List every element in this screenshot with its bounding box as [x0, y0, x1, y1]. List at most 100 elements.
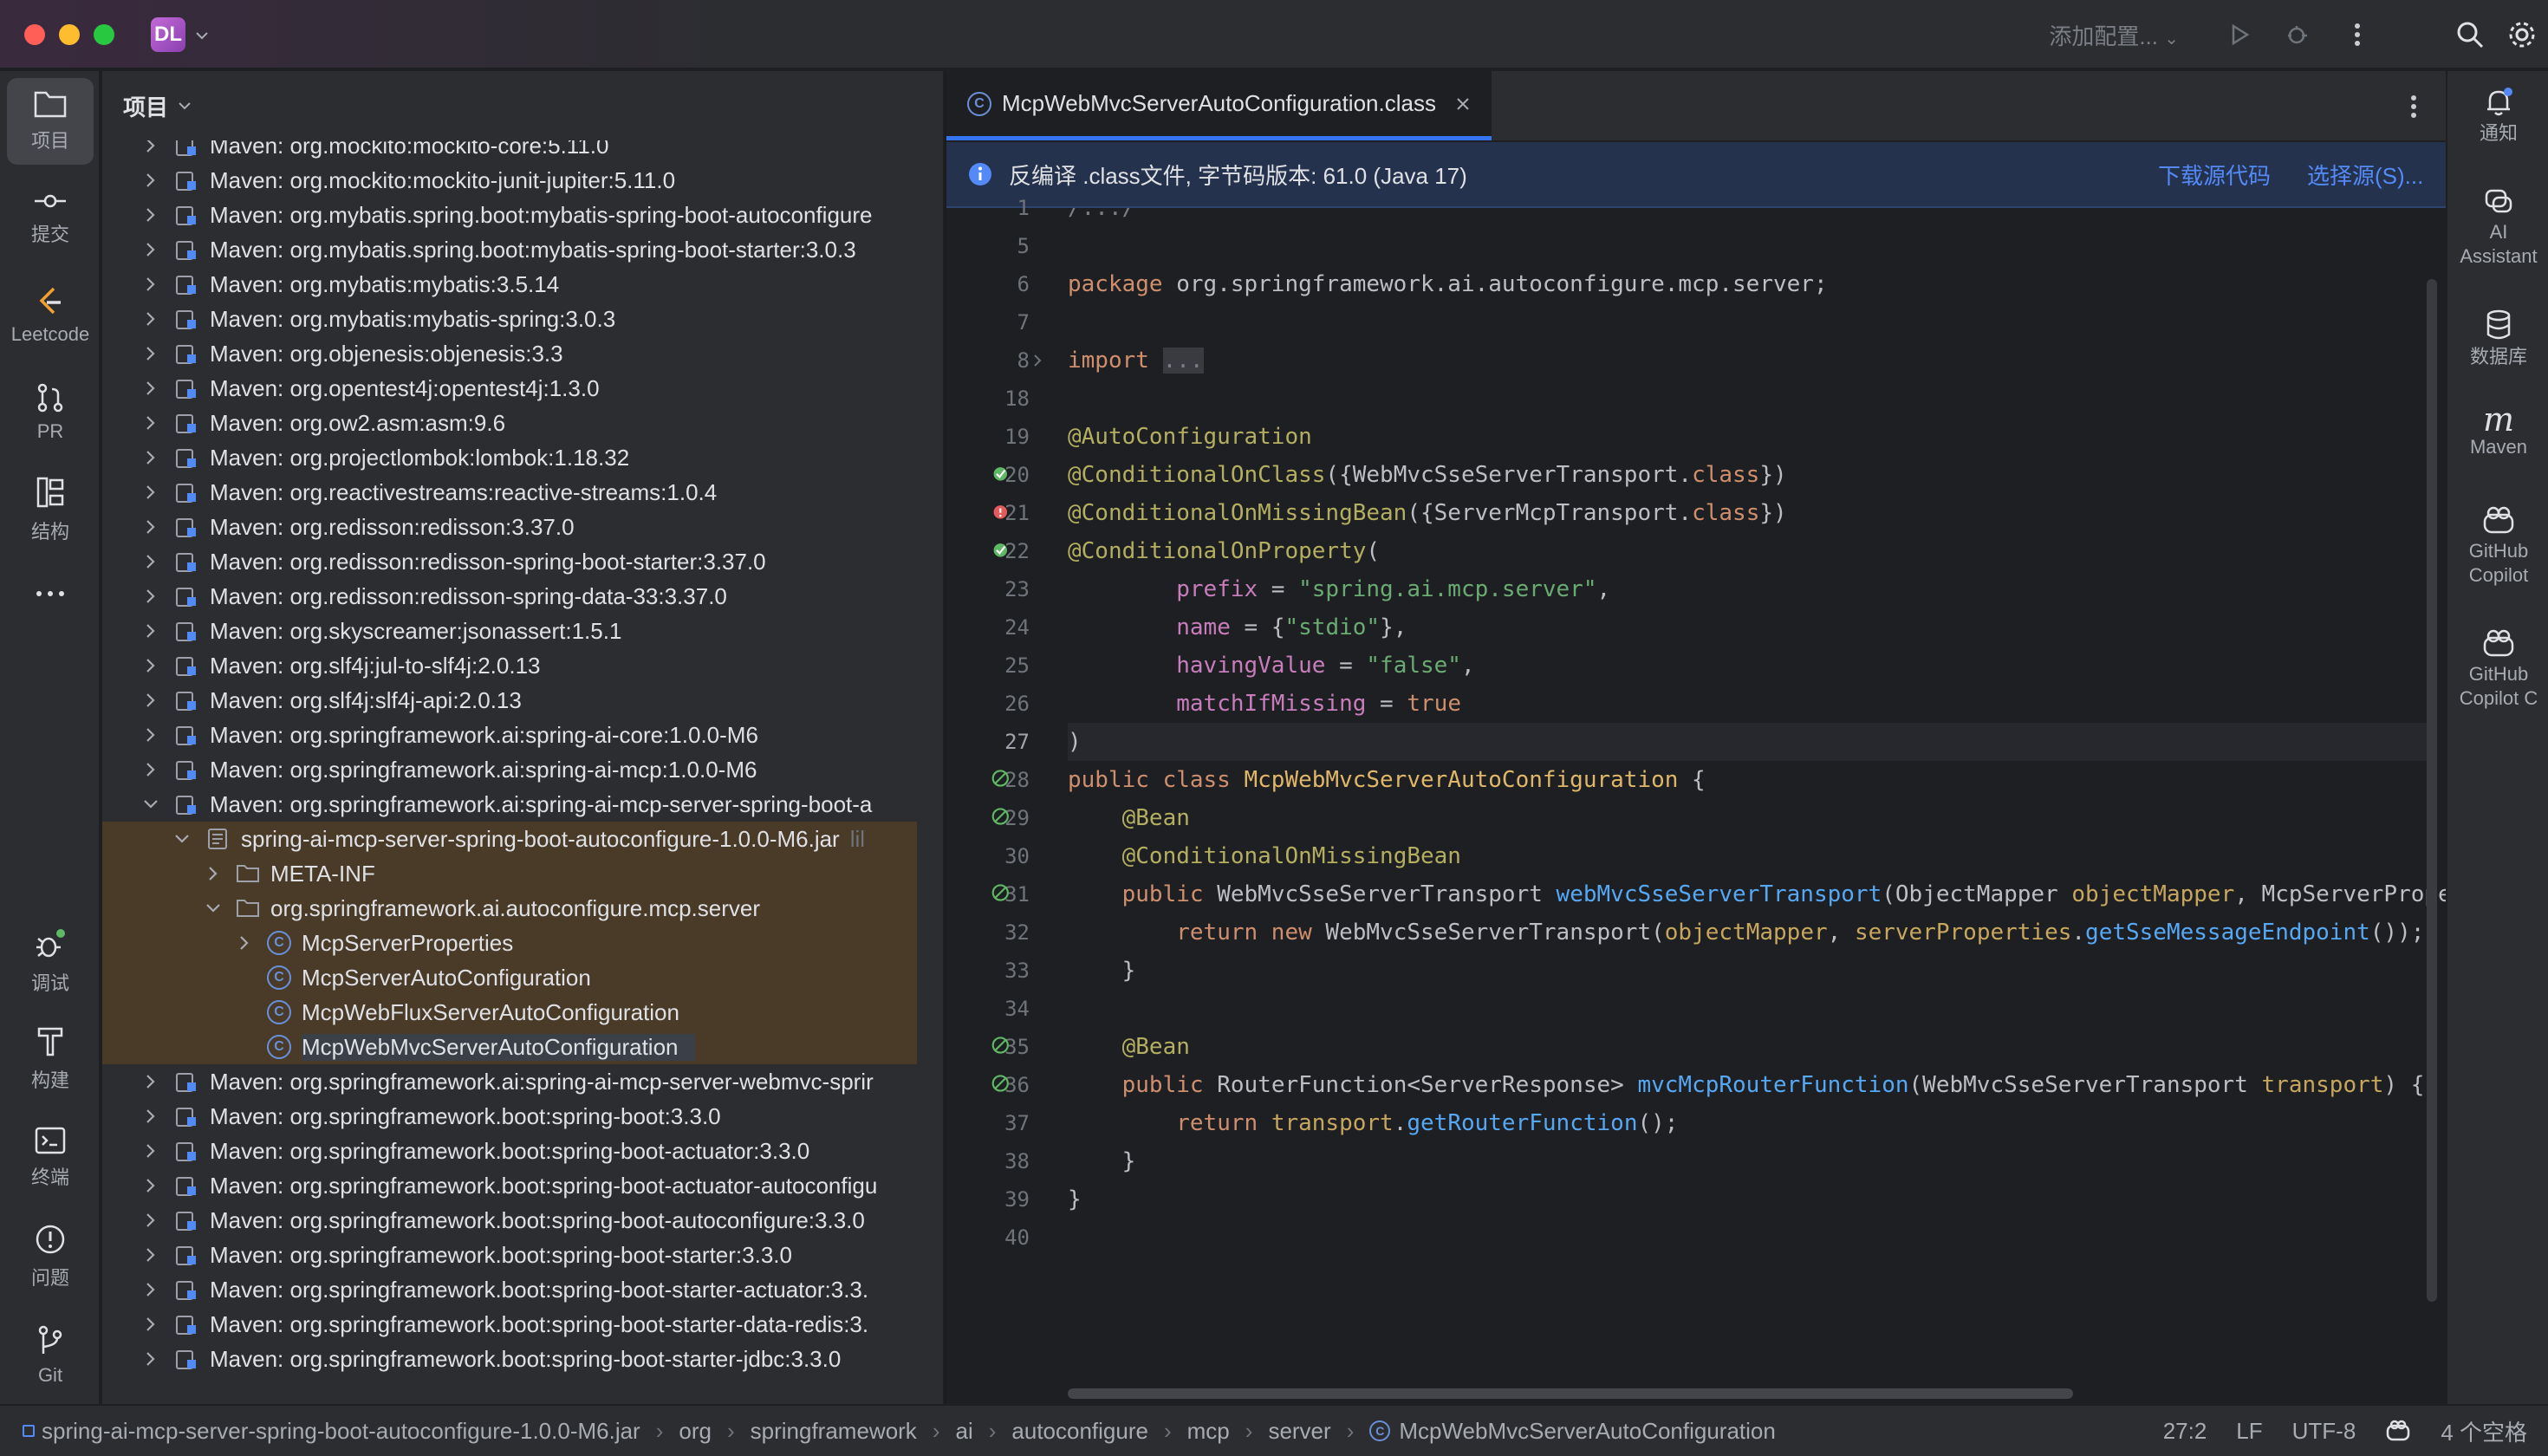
tool-debug[interactable]: 调试 — [7, 919, 94, 1005]
indent-setting[interactable]: 4 个空格 — [2441, 1415, 2527, 1447]
chevron-right-icon[interactable] — [140, 1314, 161, 1335]
chevron-right-icon[interactable] — [140, 205, 161, 225]
breadcrumb-item[interactable]: ai — [955, 1418, 972, 1445]
tool-leetcode[interactable]: Leetcode — [7, 272, 94, 359]
breadcrumb-item[interactable]: McpWebMvcServerAutoConfiguration — [1399, 1418, 1775, 1445]
tree-item-library[interactable]: Maven: org.redisson:redisson-spring-data… — [102, 579, 917, 614]
tree-item-library[interactable]: Maven: org.springframework.boot:spring-b… — [102, 1272, 917, 1307]
chevron-right-icon[interactable] — [140, 1141, 161, 1161]
tree-item-library[interactable]: Maven: org.mybatis.spring.boot:mybatis-s… — [102, 232, 917, 267]
tool-project[interactable]: 项目 — [7, 78, 94, 165]
tree-item-library[interactable]: Maven: org.mybatis:mybatis-spring:3.0.3 — [102, 302, 917, 336]
tree-item-library[interactable]: Maven: org.redisson:redisson:3.37.0 — [102, 510, 917, 544]
tree-item-library[interactable]: Maven: org.springframework.boot:spring-b… — [102, 1238, 917, 1272]
breadcrumb-item[interactable]: springframework — [751, 1418, 917, 1445]
close-window-button[interactable] — [24, 24, 45, 45]
breadcrumb-item[interactable]: server — [1268, 1418, 1330, 1445]
breadcrumb-item[interactable]: autoconfigure — [1011, 1418, 1148, 1445]
tool-terminal[interactable]: 终端 — [7, 1115, 94, 1201]
bean-icon[interactable] — [991, 882, 1012, 903]
chevron-right-icon[interactable] — [140, 140, 161, 156]
chevron-right-icon[interactable] — [140, 378, 161, 399]
condition-met-icon[interactable] — [991, 539, 1012, 560]
tree-item-library[interactable]: Maven: org.springframework.boot:spring-b… — [102, 1203, 917, 1238]
breadcrumb-item[interactable]: org — [679, 1418, 712, 1445]
chevron-right-icon[interactable] — [140, 413, 161, 433]
tree-item-library[interactable]: Maven: org.redisson:redisson-spring-boot… — [102, 544, 917, 579]
chevron-right-icon[interactable] — [140, 1279, 161, 1300]
chevron-right-icon[interactable] — [140, 1071, 161, 1092]
tree-item-library[interactable]: Maven: org.springframework.boot:spring-b… — [102, 1342, 917, 1376]
copilot-status-icon[interactable] — [2385, 1418, 2411, 1444]
chevron-right-icon[interactable] — [140, 309, 161, 329]
tree-item-library[interactable]: Maven: org.springframework.boot:spring-b… — [102, 1134, 917, 1168]
chevron-right-icon[interactable] — [140, 170, 161, 191]
tool-database[interactable]: 数据库 — [2447, 309, 2548, 369]
chevron-right-icon[interactable] — [140, 239, 161, 260]
chevron-right-icon[interactable] — [140, 1210, 161, 1231]
chevron-right-icon[interactable] — [140, 690, 161, 711]
project-badge[interactable]: DL — [151, 17, 185, 52]
tool-commit[interactable]: 提交 — [7, 175, 94, 262]
tree-item-library[interactable]: Maven: org.slf4j:slf4j-api:2.0.13 — [102, 683, 917, 718]
more-vertical-icon[interactable] — [2409, 94, 2418, 120]
tool-structure[interactable]: 结构 — [7, 466, 94, 553]
chevron-right-icon[interactable] — [140, 1349, 161, 1369]
tool-pull-requests[interactable]: PR — [7, 369, 94, 456]
debug-run-button[interactable] — [2272, 9, 2324, 61]
file-encoding[interactable]: UTF-8 — [2292, 1418, 2356, 1445]
tree-item-library[interactable]: Maven: org.springframework.boot:spring-b… — [102, 1168, 917, 1203]
chevron-right-icon[interactable] — [140, 551, 161, 572]
bean-icon[interactable] — [991, 1035, 1012, 1056]
chevron-down-icon[interactable] — [194, 28, 210, 43]
chevron-right-icon[interactable] — [1030, 353, 1045, 368]
editor-tab[interactable]: C McpWebMvcServerAutoConfiguration.class — [946, 71, 1492, 140]
chevron-right-icon[interactable] — [140, 517, 161, 537]
chevron-right-icon[interactable] — [140, 586, 161, 607]
chevron-right-icon[interactable] — [140, 655, 161, 676]
project-panel-header[interactable]: 项目 — [102, 71, 943, 140]
tree-item-library[interactable]: Maven: org.mockito:mockito-core:5.11.0 — [102, 140, 917, 163]
bean-icon[interactable] — [991, 768, 1012, 789]
tree-item-class[interactable]: C McpWebMvcServerAutoConfiguration — [102, 1030, 917, 1064]
tree-item-library[interactable]: Maven: org.mockito:mockito-junit-jupiter… — [102, 163, 917, 198]
tool-github-copilot-chat[interactable]: GitHub Copilot C — [2447, 629, 2548, 711]
maximize-window-button[interactable] — [94, 24, 114, 45]
run-button[interactable] — [2213, 9, 2265, 61]
tree-item-library[interactable]: Maven: org.springframework.ai:spring-ai-… — [102, 752, 917, 787]
settings-button[interactable] — [2496, 9, 2548, 61]
choose-sources-link[interactable]: 选择源(S)... — [2307, 159, 2423, 191]
tree-item-library[interactable]: Maven: org.springframework.ai:spring-ai-… — [102, 1064, 917, 1099]
tree-item-library[interactable]: Maven: org.mybatis:mybatis:3.5.14 — [102, 267, 917, 302]
chevron-right-icon[interactable] — [140, 447, 161, 468]
chevron-right-icon[interactable] — [203, 863, 224, 884]
tree-item-library[interactable]: Maven: org.springframework.ai:spring-ai-… — [102, 787, 917, 822]
tree-item-library[interactable]: Maven: org.reactivestreams:reactive-stre… — [102, 475, 917, 510]
chevron-right-icon[interactable] — [140, 759, 161, 780]
code-horizontal-scrollbar[interactable] — [1068, 1388, 2073, 1399]
tree-item-library[interactable]: Maven: org.springframework.boot:spring-b… — [102, 1099, 917, 1134]
tool-ai-assistant[interactable]: AI Assistant — [2447, 185, 2548, 269]
code-vertical-scrollbar[interactable] — [2427, 279, 2437, 1302]
search-button[interactable] — [2444, 9, 2496, 61]
tree-item-library[interactable]: Maven: org.projectlombok:lombok:1.18.32 — [102, 440, 917, 475]
minimize-window-button[interactable] — [59, 24, 80, 45]
tool-maven[interactable]: m Maven — [2447, 403, 2548, 459]
tree-item-library[interactable]: Maven: org.opentest4j:opentest4j:1.3.0 — [102, 371, 917, 406]
tree-item-library[interactable]: Maven: org.springframework.ai:spring-ai-… — [102, 718, 917, 752]
tree-item-library[interactable]: Maven: org.mybatis.spring.boot:mybatis-s… — [102, 198, 917, 232]
tree-item-library[interactable]: Maven: org.objenesis:objenesis:3.3 — [102, 336, 917, 371]
chevron-down-icon[interactable] — [203, 898, 224, 919]
tree-item-library[interactable]: Maven: org.ow2.asm:asm:9.6 — [102, 406, 917, 440]
tree-item-library[interactable]: Maven: org.skyscreamer:jsonassert:1.5.1 — [102, 614, 917, 648]
tree-item-jar[interactable]: spring-ai-mcp-server-spring-boot-autocon… — [102, 822, 917, 856]
tree-item-class[interactable]: C McpServerProperties — [102, 926, 917, 960]
download-sources-link[interactable]: 下载源代码 — [2158, 159, 2271, 191]
chevron-down-icon[interactable] — [140, 794, 161, 815]
tool-problems[interactable]: 问题 — [7, 1213, 94, 1300]
chevron-right-icon[interactable] — [234, 933, 255, 953]
code-view[interactable]: /.../ package org.springframework.ai.aut… — [1068, 208, 2446, 1456]
bean-icon[interactable] — [991, 806, 1012, 827]
line-separator[interactable]: LF — [2236, 1418, 2262, 1445]
tree-item-folder[interactable]: META-INF — [102, 856, 917, 891]
